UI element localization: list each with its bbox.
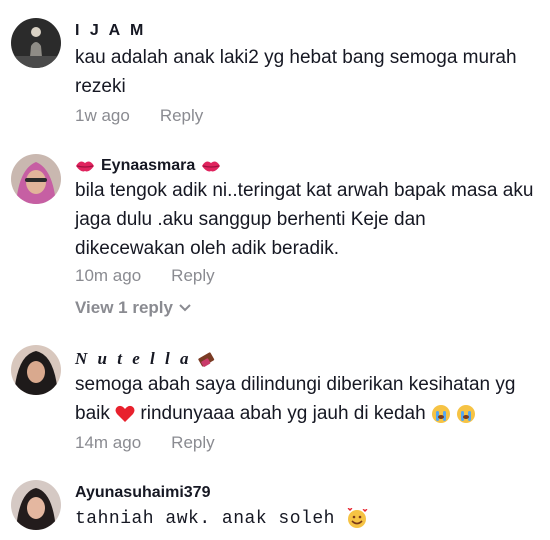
username[interactable]: Eynaasmara [75,157,221,175]
chevron-down-icon [179,304,191,312]
comment-meta: 1w ago Reply [75,106,203,126]
avatar[interactable] [11,345,61,395]
kiss-lips-icon [202,161,221,172]
username[interactable]: Ayunasuhaimi379 [75,484,210,502]
crying-face-icon [431,404,450,423]
avatar[interactable] [11,18,61,68]
comment-text: bila tengok adik ni..teringat kat arwah … [75,180,534,259]
crying-face-icon [457,404,476,423]
comment-meta: 14m ago Reply [75,433,215,453]
kiss-lips-icon [76,161,94,172]
comment-text-part: tahniah awk. anak soleh [75,509,347,529]
username[interactable]: N u t e l l a [75,349,215,369]
username-text: N u t e l l a [75,349,192,368]
view-replies-label: View 1 reply [75,298,173,317]
reply-button[interactable]: Reply [160,106,203,126]
username-text: Ayunasuhaimi379 [75,484,211,501]
heart-icon [115,405,135,422]
username[interactable]: I J A M [75,22,146,40]
username-text: Eynaasmara [101,157,196,174]
reply-button[interactable]: Reply [171,266,214,286]
view-replies-button[interactable]: View 1 reply [75,298,191,318]
timestamp: 14m ago [75,433,142,452]
comment-text: kau adalah anak laki2 yg hebat bang semo… [75,47,517,97]
comment-text: semoga abah saya dilindungi diberikan ke… [75,370,540,428]
avatar[interactable] [11,154,61,204]
reply-button[interactable]: Reply [171,433,214,453]
comment-text: tahniah awk. anak soleh [75,505,540,534]
comment-meta: 10m ago Reply [75,266,215,286]
avatar[interactable] [11,480,61,530]
smiling-face-with-hearts-icon [347,508,368,529]
timestamp: 1w ago [75,106,130,125]
timestamp: 10m ago [75,266,142,285]
username-text: I J A M [75,22,147,39]
chocolate-bar-icon [198,352,215,367]
comment-text-part: rindunyaaa abah yg jauh di kedah [135,403,431,424]
